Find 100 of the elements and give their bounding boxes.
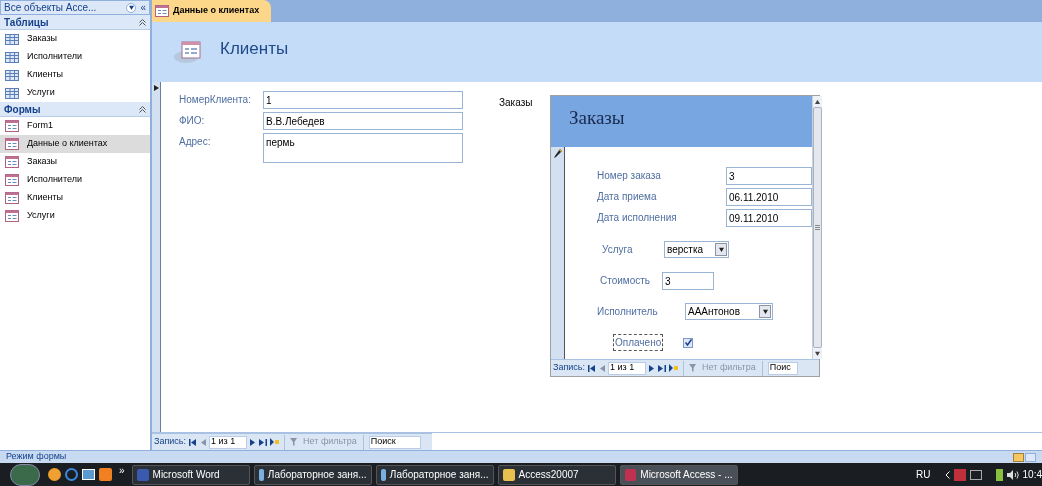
record-label: Запись: — [154, 435, 187, 449]
text-field[interactable]: 09.11.2010 — [726, 209, 812, 227]
nav-item[interactable]: Клиенты — [0, 66, 150, 84]
grip-icon — [815, 225, 820, 230]
nav-item[interactable]: Исполнители — [0, 48, 150, 66]
text-field[interactable]: 3 — [726, 167, 812, 185]
app-icon — [136, 468, 149, 481]
browser-icon[interactable] — [65, 468, 78, 481]
desktop-icon[interactable] — [82, 469, 95, 480]
dropdown-button[interactable] — [759, 305, 771, 318]
field-label: Услуга — [602, 243, 634, 257]
status-text: Режим формы — [6, 450, 67, 464]
text-field[interactable]: 06.11.2010 — [726, 188, 812, 206]
nav-item[interactable]: Клиенты — [0, 189, 150, 207]
text-field[interactable]: 1 — [263, 91, 463, 109]
dropdown-arrow-icon[interactable] — [762, 309, 768, 314]
form-icon — [5, 120, 19, 132]
new-record-icon[interactable] — [270, 438, 280, 446]
chevron-left-icon[interactable] — [944, 470, 950, 479]
new-record-icon[interactable] — [669, 364, 679, 372]
collapse-chevron-icon[interactable] — [139, 105, 146, 113]
checkmark-icon — [684, 339, 692, 346]
dropdown-button[interactable] — [715, 243, 727, 256]
field-label: ФИО: — [179, 114, 206, 128]
nav-group-title: Формы — [4, 102, 42, 117]
search-field[interactable]: Поис — [767, 361, 798, 375]
form-title: Клиенты — [220, 38, 289, 61]
field-label: Стоимость — [600, 274, 652, 288]
next-record-icon[interactable] — [250, 438, 257, 446]
nav-group-header[interactable]: Таблицы — [0, 15, 150, 30]
taskbar-button[interactable]: Лабораторное заня... — [375, 464, 494, 485]
record-position-field[interactable]: 1 из 1 — [608, 361, 647, 375]
nav-pane-title[interactable]: Все объекты Acce... — [4, 0, 127, 15]
nav-item[interactable]: Услуги — [0, 84, 150, 102]
form-icon — [174, 40, 204, 64]
collapse-chevron-icon[interactable] — [139, 18, 146, 26]
field-label: НомерКлиента: — [179, 93, 252, 107]
table-icon — [5, 51, 19, 63]
text-field[interactable]: 3 — [662, 272, 714, 290]
first-record-icon[interactable] — [189, 438, 198, 446]
combo-box[interactable]: верстка — [664, 241, 729, 258]
nav-item[interactable]: Заказы — [0, 153, 150, 171]
field-label: Дата исполнения — [597, 211, 678, 225]
scroll-down-icon[interactable] — [815, 351, 820, 356]
search-field[interactable]: Поиск — [368, 435, 421, 449]
table-icon — [5, 33, 19, 45]
form-icon — [5, 210, 19, 222]
taskbar-button[interactable]: Microsoft Access - ... — [619, 464, 738, 485]
field-label: Адрес: — [179, 135, 212, 149]
taskbar-button[interactable]: Access20007 — [497, 464, 616, 485]
nav-group-header[interactable]: Формы — [0, 102, 150, 117]
battery-icon[interactable] — [995, 468, 1003, 481]
app-icon — [380, 468, 386, 481]
last-record-icon[interactable] — [259, 438, 268, 446]
scroll-up-icon[interactable] — [815, 99, 820, 104]
taskbar-button[interactable]: Лабораторное заня... — [253, 464, 372, 485]
clock: 10:4 — [1022, 468, 1042, 482]
field-label: Дата приема — [597, 190, 658, 204]
collapse-pane-button[interactable]: « — [140, 0, 146, 15]
monitor-icon[interactable] — [969, 469, 982, 480]
nav-item[interactable]: Form1 — [0, 117, 150, 135]
nav-item[interactable]: Исполнители — [0, 171, 150, 189]
field-label: Исполнитель — [597, 305, 659, 319]
combo-box[interactable]: АААнтонов — [685, 303, 773, 320]
last-record-icon[interactable] — [658, 364, 667, 372]
first-record-icon[interactable] — [588, 364, 597, 372]
current-record-icon[interactable] — [153, 85, 159, 91]
form-icon — [5, 174, 19, 186]
more-button[interactable]: » — [116, 463, 128, 478]
messenger-icon[interactable] — [48, 468, 61, 481]
field-label: Номер заказа — [597, 169, 662, 183]
record-selector[interactable] — [551, 147, 565, 359]
nav-item[interactable]: Заказы — [0, 30, 150, 48]
vertical-scrollbar[interactable] — [812, 96, 822, 359]
form-icon — [155, 5, 169, 17]
app-icon — [502, 468, 515, 481]
nav-item[interactable]: Услуги — [0, 207, 150, 225]
table-icon — [5, 69, 19, 81]
nav-item[interactable]: Данные о клиентах — [0, 135, 150, 153]
form-icon — [5, 192, 19, 204]
speaker-icon[interactable] — [1006, 469, 1019, 480]
form-icon — [5, 156, 19, 168]
scrollbar-thumb[interactable] — [813, 107, 822, 348]
form-view-icon[interactable] — [1013, 452, 1024, 462]
start-button[interactable] — [10, 463, 40, 486]
text-field[interactable]: В.В.Лебедев — [263, 112, 463, 130]
nav-group-title: Таблицы — [4, 15, 50, 30]
table-icon — [5, 87, 19, 99]
document-tab[interactable]: Данные о клиентах — [152, 0, 272, 22]
app-icon — [258, 468, 264, 481]
subform-label: Заказы — [499, 96, 534, 110]
record-position-field[interactable]: 1 из 1 — [209, 435, 248, 449]
next-record-icon[interactable] — [649, 364, 656, 372]
taskbar-button[interactable]: Microsoft Word — [131, 464, 250, 485]
pencil-icon — [554, 149, 562, 158]
dropdown-arrow-icon[interactable] — [718, 247, 724, 252]
checkbox[interactable] — [683, 337, 694, 348]
language-indicator[interactable]: RU — [916, 467, 931, 482]
app-icon — [624, 468, 637, 481]
memo-field[interactable]: пермь — [263, 133, 463, 163]
